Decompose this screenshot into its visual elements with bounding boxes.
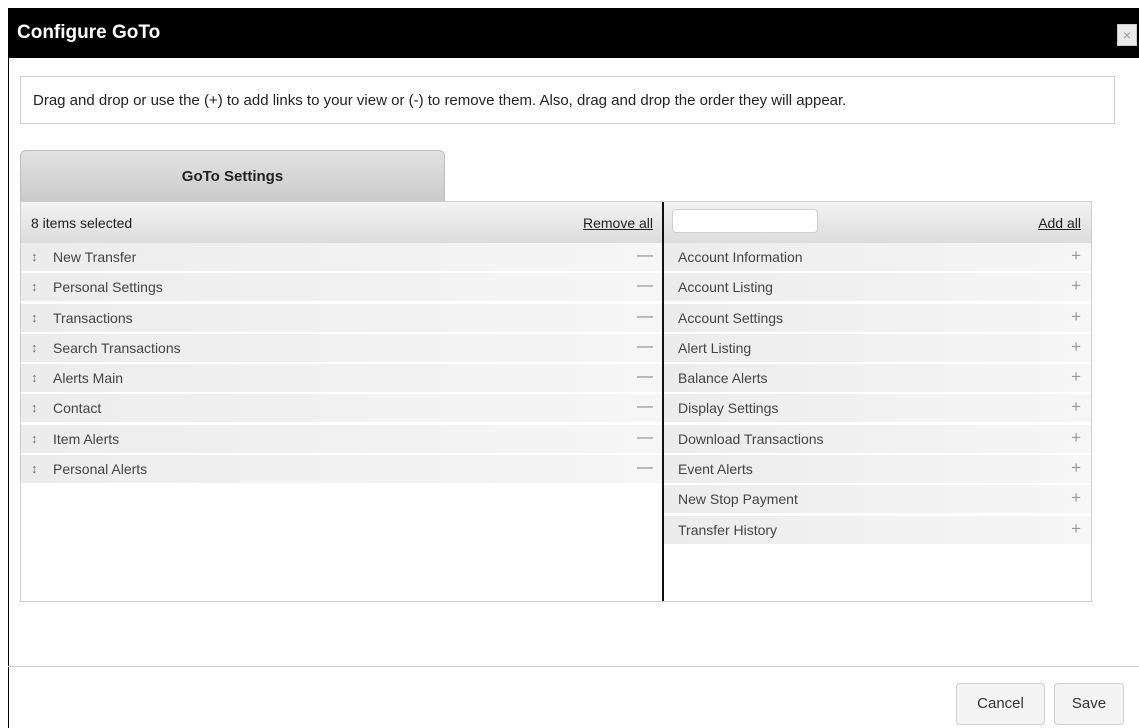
available-item-label: Alert Listing bbox=[678, 339, 752, 356]
filter-input[interactable] bbox=[672, 209, 818, 233]
available-item-label: Balance Alerts bbox=[678, 370, 768, 387]
available-item-label: Display Settings bbox=[678, 400, 779, 417]
available-item[interactable]: Alert Listing + bbox=[664, 333, 1091, 362]
selected-item-label: Contact bbox=[53, 400, 102, 417]
add-icon[interactable]: + bbox=[1071, 397, 1081, 417]
selected-item-label: Item Alerts bbox=[53, 430, 120, 447]
remove-icon[interactable]: — bbox=[637, 308, 653, 326]
available-item-label: Account Settings bbox=[678, 309, 784, 326]
available-item-label: Event Alerts bbox=[678, 461, 753, 478]
add-icon[interactable]: + bbox=[1071, 488, 1081, 508]
add-icon[interactable]: + bbox=[1071, 337, 1081, 357]
dialog-left-border bbox=[8, 58, 9, 728]
selected-item-label: Personal Settings bbox=[53, 279, 163, 296]
available-item-label: Account Listing bbox=[678, 279, 773, 296]
selected-items-list: ↕ New Transfer — ↕ Personal Settings — ↕ Transa… bbox=[21, 243, 662, 484]
available-item[interactable]: Transfer History + bbox=[664, 515, 1091, 544]
cancel-button[interactable]: Cancel bbox=[956, 683, 1045, 725]
drag-handle-icon[interactable]: ↕ bbox=[31, 340, 38, 355]
selected-item-label: New Transfer bbox=[53, 249, 137, 265]
remove-icon[interactable]: — bbox=[637, 247, 653, 265]
drag-handle-icon[interactable]: ↕ bbox=[31, 461, 38, 476]
selected-item[interactable]: ↕ Search Transactions — bbox=[21, 333, 662, 362]
available-item[interactable]: Display Settings + bbox=[664, 394, 1091, 423]
add-icon[interactable]: + bbox=[1071, 276, 1081, 296]
add-icon[interactable]: + bbox=[1071, 307, 1081, 327]
available-header: Add all bbox=[664, 202, 1091, 243]
selected-item[interactable]: ↕ New Transfer — bbox=[21, 243, 662, 271]
dialog-title: Configure GoTo bbox=[17, 22, 161, 43]
selected-item[interactable]: ↕ Contact — bbox=[21, 394, 662, 423]
available-item[interactable]: Download Transactions + bbox=[664, 424, 1091, 453]
drag-handle-icon[interactable]: ↕ bbox=[31, 431, 38, 446]
add-icon[interactable]: + bbox=[1071, 428, 1081, 448]
close-icon[interactable]: × bbox=[1117, 24, 1137, 46]
available-item-label: Transfer History bbox=[678, 521, 778, 538]
remove-icon[interactable]: — bbox=[637, 368, 653, 386]
available-item[interactable]: Event Alerts + bbox=[664, 455, 1091, 484]
add-icon[interactable]: + bbox=[1071, 458, 1081, 478]
available-item[interactable]: Account Settings + bbox=[664, 303, 1091, 332]
selected-header: 8 items selected Remove all bbox=[21, 202, 662, 243]
available-item-label: Account Information bbox=[678, 249, 803, 265]
available-item[interactable]: Balance Alerts + bbox=[664, 364, 1091, 393]
remove-icon[interactable]: — bbox=[637, 398, 653, 416]
selected-count: 8 items selected bbox=[31, 215, 133, 231]
add-icon[interactable]: + bbox=[1071, 367, 1081, 387]
selected-item-label: Search Transactions bbox=[53, 339, 181, 356]
remove-icon[interactable]: — bbox=[637, 459, 653, 477]
selected-item-label: Personal Alerts bbox=[53, 461, 148, 478]
drag-handle-icon[interactable]: ↕ bbox=[31, 310, 38, 325]
add-icon[interactable]: + bbox=[1071, 519, 1081, 539]
remove-all-link[interactable]: Remove all bbox=[583, 215, 653, 231]
selected-item[interactable]: ↕ Personal Alerts — bbox=[21, 455, 662, 484]
instructions-text: Drag and drop or use the (+) to add link… bbox=[20, 76, 1115, 124]
remove-icon[interactable]: — bbox=[637, 429, 653, 447]
available-items-column: Add all Account Information + Account List… bbox=[664, 202, 1091, 546]
drag-handle-icon[interactable]: ↕ bbox=[31, 249, 38, 264]
available-item[interactable]: Account Information + bbox=[664, 243, 1091, 271]
drag-handle-icon[interactable]: ↕ bbox=[31, 279, 38, 294]
available-item[interactable]: New Stop Payment + bbox=[664, 485, 1091, 514]
add-all-link[interactable]: Add all bbox=[1038, 215, 1081, 231]
add-icon[interactable]: + bbox=[1071, 246, 1081, 266]
selected-item[interactable]: ↕ Transactions — bbox=[21, 303, 662, 332]
tab-goto-settings[interactable]: GoTo Settings bbox=[20, 150, 445, 201]
selected-item[interactable]: ↕ Item Alerts — bbox=[21, 424, 662, 453]
selected-item[interactable]: ↕ Personal Settings — bbox=[21, 273, 662, 302]
drag-handle-icon[interactable]: ↕ bbox=[31, 370, 38, 385]
selected-item-label: Transactions bbox=[53, 309, 133, 326]
selected-item-label: Alerts Main bbox=[53, 370, 124, 387]
footer-divider bbox=[8, 666, 1139, 667]
drag-handle-icon[interactable]: ↕ bbox=[31, 400, 38, 415]
available-item-label: Download Transactions bbox=[678, 430, 824, 447]
remove-icon[interactable]: — bbox=[637, 277, 653, 295]
selected-item[interactable]: ↕ Alerts Main — bbox=[21, 364, 662, 393]
remove-icon[interactable]: — bbox=[637, 338, 653, 356]
selected-items-column: 8 items selected Remove all ↕ New Transfe… bbox=[21, 202, 662, 485]
available-item-label: New Stop Payment bbox=[678, 491, 798, 508]
dialog-title-bar: Configure GoTo bbox=[8, 8, 1139, 58]
available-items-list: Account Information + Account Listing + Acco… bbox=[664, 243, 1091, 544]
save-button[interactable]: Save bbox=[1054, 683, 1124, 725]
available-item[interactable]: Account Listing + bbox=[664, 273, 1091, 302]
